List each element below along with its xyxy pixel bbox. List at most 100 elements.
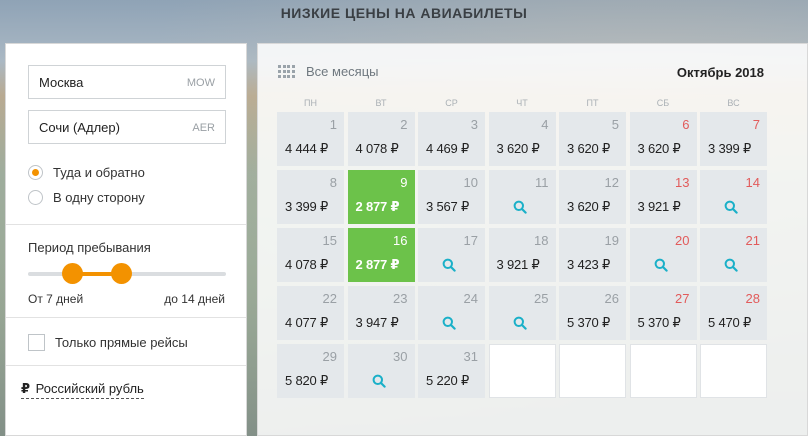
search-icon[interactable] (442, 258, 456, 272)
weekday-label: ВС (727, 98, 740, 108)
weekday-label: СР (445, 98, 458, 108)
search-icon[interactable] (724, 200, 738, 214)
day-price: 3 921 ₽ (637, 199, 681, 214)
one-way-radio[interactable] (28, 189, 43, 205)
calendar-day[interactable]: 34 469 ₽ (418, 112, 485, 166)
day-number: 11 (535, 175, 549, 190)
search-icon[interactable] (724, 258, 738, 272)
calendar-day[interactable]: 63 620 ₽ (629, 112, 697, 166)
calendar-day[interactable]: 31 5 220 ₽ (418, 344, 485, 398)
stay-period-slider[interactable] (28, 263, 226, 284)
search-icon[interactable] (372, 374, 386, 388)
one-way-label: В одну сторону (53, 189, 145, 205)
search-icon[interactable] (654, 258, 668, 272)
calendar-day[interactable]: 15 4 078 ₽ (277, 228, 344, 282)
calendar-day[interactable]: 30 (347, 344, 415, 398)
stay-period-title: Период пребывания (28, 240, 151, 255)
day-number: 13 (675, 175, 690, 190)
day-number: 7 (752, 117, 760, 132)
search-icon[interactable] (513, 200, 527, 214)
day-number: 22 (322, 291, 337, 306)
day-number: 30 (393, 349, 408, 364)
day-number: 29 (322, 349, 337, 364)
calendar-day[interactable]: 12 3 620 ₽ (559, 170, 626, 224)
day-number: 12 (604, 175, 619, 190)
calendar-day[interactable]: 24 078 ₽ (347, 112, 415, 166)
day-number: 5 (611, 117, 619, 132)
weekday-label: ВТ (375, 98, 387, 108)
calendar-day[interactable]: 53 620 ₽ (559, 112, 626, 166)
day-number: 15 (322, 233, 337, 248)
calendar-day-best-price[interactable]: 16 2 877 ₽ (347, 228, 415, 282)
currency-selector[interactable]: ₽ Российский рубль (21, 381, 144, 399)
calendar-day[interactable]: 28 5 470 ₽ (700, 286, 767, 340)
day-price: 5 470 ₽ (708, 315, 752, 330)
destination-code: AER (192, 122, 215, 134)
destination-field[interactable]: Сочи (Адлер) AER (28, 110, 226, 144)
weekday-header: ПН ВТ СР ЧТ ПТ СБ ВС (277, 98, 767, 110)
calendar-day[interactable]: 22 4 077 ₽ (277, 286, 344, 340)
calendar-day-best-price[interactable]: 92 877 ₽ (347, 170, 415, 224)
day-number: 4 (541, 117, 549, 132)
calendar-day[interactable]: 24 (418, 286, 485, 340)
day-number: 26 (604, 291, 619, 306)
calendar-day[interactable]: 17 (418, 228, 485, 282)
day-price: 5 370 ₽ (637, 315, 681, 330)
direct-only-option[interactable]: Только прямые рейсы (28, 334, 188, 351)
calendar-day[interactable]: 29 5 820 ₽ (277, 344, 344, 398)
divider (6, 224, 246, 225)
direct-only-checkbox[interactable] (28, 334, 45, 351)
day-number: 31 (463, 349, 478, 364)
day-number: 1 (329, 117, 337, 132)
day-price: 4 078 ₽ (355, 141, 399, 156)
calendar-day[interactable]: 83 399 ₽ (277, 170, 344, 224)
day-price: 4 077 ₽ (285, 315, 329, 330)
weekday-label: ЧТ (516, 98, 528, 108)
calendar-day[interactable]: 27 5 370 ₽ (629, 286, 697, 340)
one-way-option[interactable]: В одну сторону (28, 188, 145, 206)
calendar-day[interactable]: 26 5 370 ₽ (559, 286, 626, 340)
calendar-empty-cell (700, 344, 767, 398)
slider-max-handle[interactable] (111, 263, 133, 284)
calendar-day[interactable]: 14 (700, 170, 767, 224)
calendar-day[interactable]: 73 399 ₽ (700, 112, 767, 166)
calendar-day[interactable]: 18 3 921 ₽ (488, 228, 556, 282)
day-price: 2 877 ₽ (355, 199, 400, 214)
calendar-day[interactable]: 19 3 423 ₽ (559, 228, 626, 282)
weekday-label: ПТ (586, 98, 599, 108)
round-trip-radio[interactable] (28, 164, 43, 180)
day-price: 3 567 ₽ (426, 199, 470, 214)
day-price: 3 620 ₽ (637, 141, 681, 156)
all-months-link[interactable]: Все месяцы (278, 64, 379, 79)
calendar-day[interactable]: 21 (700, 228, 767, 282)
calendar-day[interactable]: 10 3 567 ₽ (418, 170, 485, 224)
day-price: 3 399 ₽ (708, 141, 752, 156)
origin-code: MOW (186, 77, 215, 89)
day-number: 9 (400, 175, 408, 190)
calendar-panel: Все месяцы Октябрь 2018 ПН ВТ СР ЧТ ПТ СБ ВС 1… (257, 43, 808, 436)
origin-field[interactable]: Москва MOW (28, 65, 226, 99)
round-trip-option[interactable]: Туда и обратно (28, 163, 145, 181)
calendar-day[interactable]: 13 3 921 ₽ (629, 170, 697, 224)
calendar-day[interactable]: 14 444 ₽ (277, 112, 344, 166)
day-price: 3 921 ₽ (496, 257, 540, 272)
divider (6, 365, 246, 366)
calendar-day[interactable]: 43 620 ₽ (488, 112, 556, 166)
day-number: 23 (393, 291, 408, 306)
calendar-day[interactable]: 23 3 947 ₽ (347, 286, 415, 340)
day-price: 3 423 ₽ (567, 257, 611, 272)
day-price: 3 399 ₽ (285, 199, 329, 214)
month-title: Октябрь 2018 (676, 65, 764, 80)
slider-min-handle[interactable] (61, 263, 83, 284)
search-icon[interactable] (513, 316, 527, 330)
stay-period-to: до 14 дней (164, 292, 225, 306)
weekday-label: ПН (304, 98, 317, 108)
day-number: 6 (682, 117, 690, 132)
search-icon[interactable] (442, 316, 456, 330)
calendar-day[interactable]: 20 (629, 228, 697, 282)
calendar-day[interactable]: 25 (488, 286, 556, 340)
divider (6, 317, 246, 318)
day-number: 27 (675, 291, 690, 306)
day-number: 10 (463, 175, 478, 190)
calendar-day[interactable]: 11 (488, 170, 556, 224)
